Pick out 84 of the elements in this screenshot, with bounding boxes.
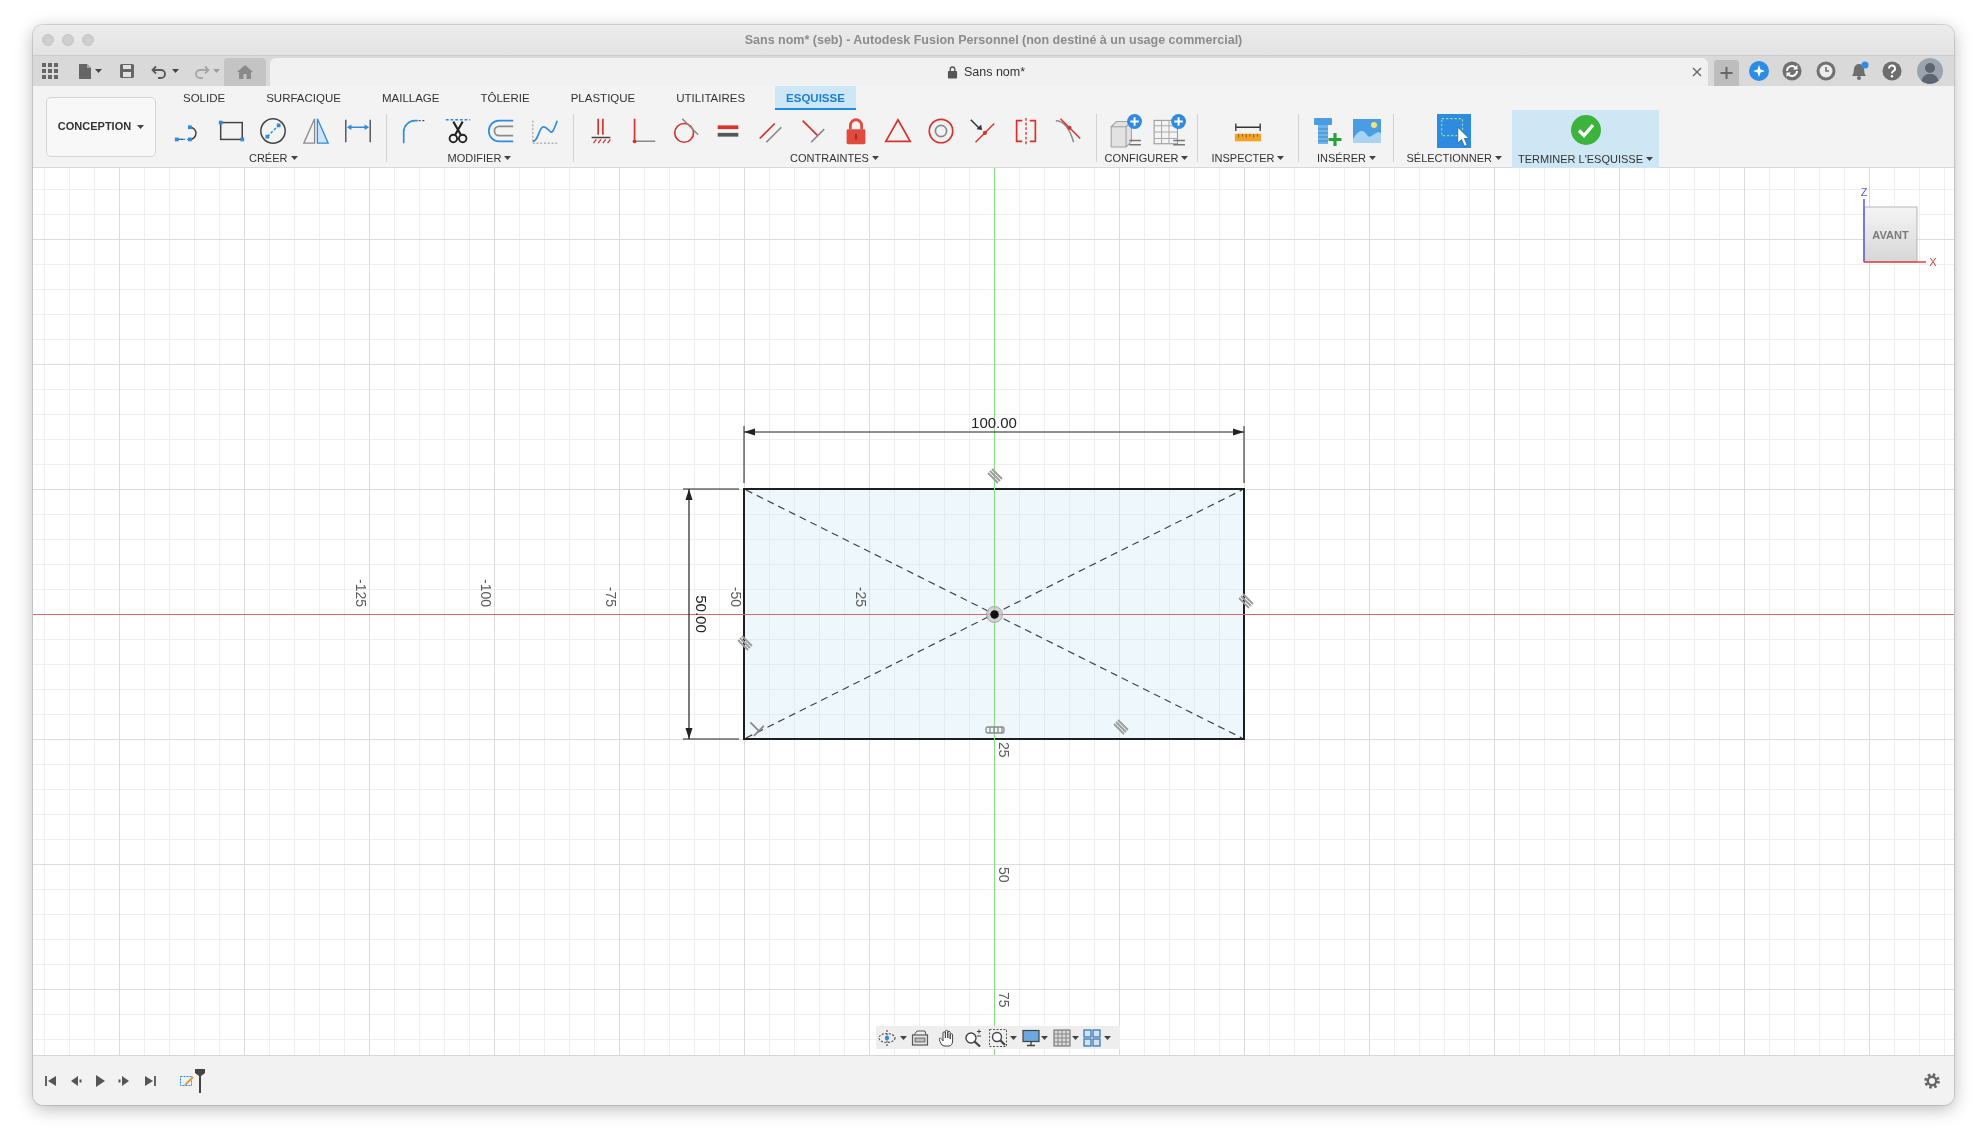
caret-icon	[1495, 156, 1503, 160]
orbit-icon[interactable]	[878, 1028, 896, 1047]
caret-icon[interactable]	[900, 1035, 907, 1040]
panel-dropdown[interactable]: INSPECTER	[1211, 150, 1285, 166]
toolbar-tab[interactable]: SURFACIQUE	[255, 86, 352, 110]
horizontal-constraint-icon	[985, 726, 1005, 734]
skip-to-end-icon[interactable]	[144, 1074, 156, 1087]
axis-tick-label: -125	[353, 578, 369, 607]
monitor-icon[interactable]	[1022, 1028, 1040, 1047]
caret-icon[interactable]	[172, 69, 179, 73]
clock-icon[interactable]	[1816, 61, 1836, 81]
dimension-value[interactable]: 50.00	[692, 595, 710, 633]
circle-tool-icon[interactable]	[258, 116, 289, 146]
caret-icon	[504, 156, 512, 160]
toolbar-tab[interactable]: PLASTIQUE	[559, 86, 647, 110]
caret-icon[interactable]	[1104, 1035, 1111, 1040]
settings-icon[interactable]	[1924, 1072, 1940, 1089]
workspace-dropdown[interactable]: CONCEPTION	[46, 96, 156, 157]
perpendicular-constraint-icon	[749, 721, 765, 737]
parallel-constraint-icon	[987, 468, 1003, 484]
parallel-constraint-icon	[737, 635, 753, 651]
origin-point	[986, 606, 1003, 623]
step-back-icon[interactable]	[70, 1074, 82, 1087]
axis-tick-label: -25	[853, 586, 869, 607]
bell-icon[interactable]	[1849, 61, 1869, 81]
axis-label: Z	[1860, 186, 1868, 198]
caret-icon	[290, 156, 298, 160]
panel-dropdown[interactable]: INSÉRER	[1317, 150, 1376, 166]
axis-tick-label: -50	[728, 586, 744, 607]
toolbar-tab[interactable]: UTILITAIRES	[665, 86, 757, 110]
caret-icon[interactable]	[1010, 1035, 1017, 1040]
panel-dropdown[interactable]: CONFIGURER	[1104, 150, 1189, 166]
caret-icon[interactable]	[1072, 1035, 1079, 1040]
toolbar-tab[interactable]: SOLIDE	[172, 86, 237, 110]
toolbar-tab[interactable]: TÔLERIE	[469, 86, 541, 110]
play-icon[interactable]	[94, 1074, 106, 1087]
undo-icon[interactable]	[151, 63, 167, 79]
app-grid-icon[interactable]	[42, 63, 58, 79]
table-plus-icon[interactable]	[1151, 114, 1186, 148]
selection-icon[interactable]	[1437, 114, 1472, 148]
plus-icon[interactable]	[1714, 60, 1739, 86]
parallel-constraint-icon	[1113, 719, 1129, 735]
panel-dropdown[interactable]: CRÉER	[249, 150, 298, 166]
close-icon[interactable]	[1692, 67, 1702, 77]
caret-icon	[1181, 156, 1189, 160]
save-icon[interactable]	[119, 63, 135, 79]
dimension-value[interactable]: 100.00	[971, 413, 1017, 431]
check-icon	[1570, 115, 1601, 145]
zoom-box-icon[interactable]	[989, 1028, 1007, 1047]
panel-dropdown[interactable]: CONTRAINTES	[790, 150, 879, 166]
sparkle-icon[interactable]	[1749, 61, 1769, 81]
axis-tick-label: -100	[478, 578, 494, 607]
help-icon[interactable]	[1882, 61, 1902, 81]
toolbar-tab[interactable]: MAILLAGE	[370, 86, 451, 110]
mirror-tool-icon[interactable]	[300, 116, 331, 146]
axis-tick-label: -75	[603, 586, 619, 607]
tray-icon[interactable]	[911, 1028, 929, 1047]
caret-icon	[1368, 156, 1376, 160]
caret-icon	[1277, 156, 1285, 160]
window-title: Sans nom* (seb) - Autodesk Fusion Personnel (non destiné à un usage commercial)	[744, 31, 1243, 49]
concentric-constraint-icon[interactable]	[925, 116, 956, 146]
zoom-icon[interactable]	[964, 1028, 982, 1047]
skip-to-start-icon[interactable]	[45, 1074, 57, 1087]
caret-icon[interactable]	[1041, 1035, 1048, 1040]
panel-dropdown[interactable]: SÉLECTIONNER	[1406, 150, 1503, 166]
axis-tick-label: 25	[996, 742, 1012, 758]
document-tab[interactable]: Sans nom*	[270, 58, 1708, 86]
axis-tick-label: 50	[996, 867, 1012, 883]
file-icon[interactable]	[78, 62, 92, 80]
panel-dropdown[interactable]: MODIFIER	[447, 150, 512, 166]
timeline-marker-icon[interactable]	[195, 1068, 205, 1093]
axis-label: X	[1929, 256, 1937, 268]
caret-icon	[871, 156, 879, 160]
pan-hand-icon[interactable]	[937, 1028, 955, 1047]
lock-icon	[946, 65, 958, 79]
caret-icon	[1646, 157, 1654, 162]
avatar-icon[interactable]	[1917, 58, 1943, 84]
refresh-icon[interactable]	[1782, 61, 1802, 81]
caret-icon	[137, 124, 145, 129]
step-forward-icon[interactable]	[118, 1074, 130, 1087]
axis-tick-label: 75	[996, 992, 1012, 1008]
parallel-constraint-icon	[1238, 593, 1254, 609]
finish-sketch-button[interactable]: TERMINER L'ESQUISSE	[1512, 110, 1660, 168]
caret-icon[interactable]	[95, 69, 102, 73]
